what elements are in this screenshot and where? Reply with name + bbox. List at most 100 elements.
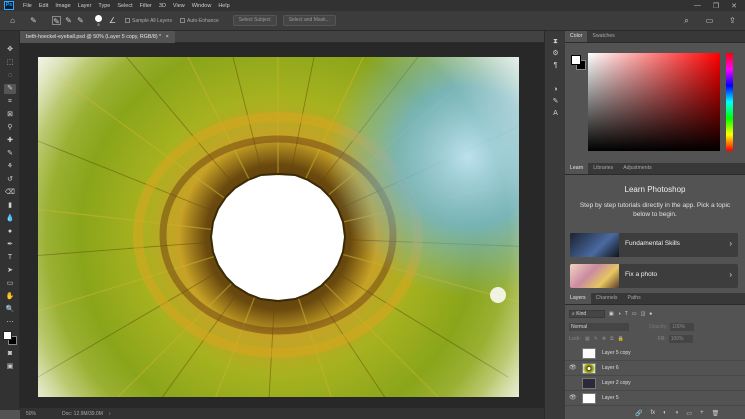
paragraph-panel-icon[interactable]: ¶ <box>550 61 561 70</box>
move-tool-icon[interactable]: ✥ <box>4 45 16 55</box>
close-tab-icon[interactable]: × <box>166 34 169 40</box>
brush-size-picker[interactable]: 5 <box>95 14 102 27</box>
type-tool-icon[interactable]: T <box>4 253 16 263</box>
lasso-tool-icon[interactable]: ◌ <box>4 71 16 81</box>
menu-file[interactable]: File <box>23 3 32 9</box>
crop-tool-icon[interactable]: ⌗ <box>4 97 16 107</box>
properties-panel-icon[interactable]: ⚙ <box>550 49 561 58</box>
learn-card-fix-a-photo[interactable]: Fix a photo › <box>570 264 738 288</box>
lock-move-icon[interactable]: ✥ <box>602 336 606 342</box>
blend-mode-dropdown[interactable]: Normal <box>569 322 629 331</box>
document-canvas[interactable] <box>38 57 519 397</box>
menu-image[interactable]: Image <box>55 3 70 9</box>
zoom-tool-icon[interactable]: 🔍 <box>4 305 16 315</box>
tab-paths[interactable]: Paths <box>623 293 646 304</box>
opacity-value[interactable]: 100% <box>670 322 695 331</box>
layer-style-icon[interactable]: fx <box>650 410 655 417</box>
filter-smart-object-icon[interactable]: ◲ <box>641 311 646 317</box>
hand-tool-icon[interactable]: ✋ <box>4 292 16 302</box>
select-and-mask-button[interactable]: Select and Mask... <box>282 15 336 26</box>
select-subject-button[interactable]: Select Subject <box>232 15 277 26</box>
menu-edit[interactable]: Edit <box>39 3 48 9</box>
photoshop-logo[interactable]: Ps <box>4 1 14 10</box>
gradient-tool-icon[interactable]: ▮ <box>4 201 16 211</box>
pen-tool-icon[interactable]: ✒ <box>4 240 16 250</box>
more-tools-icon[interactable]: ⋯ <box>4 318 16 328</box>
close-button[interactable]: ✕ <box>731 2 737 10</box>
menu-filter[interactable]: Filter <box>140 3 152 9</box>
marquee-tool-icon[interactable]: ⬚ <box>4 58 16 68</box>
doc-size-info[interactable]: Doc: 12.9M/39.0M <box>62 411 103 417</box>
restore-button[interactable]: ❐ <box>713 2 719 10</box>
menu-layer[interactable]: Layer <box>78 3 92 9</box>
add-mask-icon[interactable]: ◐ <box>663 410 667 417</box>
document-tab[interactable]: beth-hoeckel-eyeball.psd @ 50% (Layer 5 … <box>20 31 175 43</box>
quick-mask-icon[interactable]: ◙ <box>4 349 16 359</box>
screen-mode-icon[interactable]: ▣ <box>4 362 16 372</box>
adjustment-panel-icon[interactable]: ◑ <box>550 85 561 94</box>
eye-icon[interactable]: 👁 <box>569 395 577 402</box>
layer-row[interactable]: Layer 5 copy <box>565 346 745 361</box>
menu-help[interactable]: Help <box>218 3 229 9</box>
menu-select[interactable]: Select <box>117 3 132 9</box>
filter-toggle-icon[interactable]: ● <box>649 311 652 317</box>
status-arrow-icon[interactable]: › <box>109 411 111 417</box>
search-icon[interactable]: ⌕ <box>682 16 691 25</box>
tab-adjustments[interactable]: Adjustments <box>618 163 657 174</box>
minimize-button[interactable]: — <box>694 2 701 10</box>
adjustment-layer-icon[interactable]: ◑ <box>675 410 679 417</box>
history-brush-tool-icon[interactable]: ↺ <box>4 175 16 185</box>
tab-learn[interactable]: Learn <box>565 163 589 174</box>
tab-libraries[interactable]: Libraries <box>588 163 618 174</box>
lock-all-icon[interactable]: 🔒 <box>618 336 624 342</box>
tab-color[interactable]: Color <box>565 31 588 42</box>
dodge-tool-icon[interactable]: ● <box>4 227 16 237</box>
share-icon[interactable]: ⇪ <box>728 16 737 25</box>
layer-row[interactable]: 👁 Layer 5 <box>565 391 745 406</box>
tab-swatches[interactable]: Swatches <box>587 31 620 42</box>
foreground-swatch[interactable] <box>571 55 581 65</box>
color-field[interactable] <box>588 53 720 151</box>
frame-tool-icon[interactable]: ⊠ <box>4 110 16 120</box>
add-to-selection-icon[interactable]: ✎ <box>64 16 73 25</box>
layer-row[interactable]: 👁 Layer 6 <box>565 361 745 376</box>
filter-pixel-icon[interactable]: ▣ <box>609 311 614 317</box>
brush-angle-icon[interactable]: ∠ <box>108 16 117 25</box>
workspace-icon[interactable]: ▭ <box>705 16 714 25</box>
filter-type-icon[interactable]: T <box>625 311 628 317</box>
menu-3d[interactable]: 3D <box>159 3 166 9</box>
subtract-selection-icon[interactable]: ✎ <box>76 16 85 25</box>
tab-channels[interactable]: Channels <box>591 293 623 304</box>
brush-panel-icon[interactable]: ✎ <box>550 97 561 106</box>
blur-tool-icon[interactable]: 💧 <box>4 214 16 224</box>
history-panel-icon[interactable]: ⧗ <box>550 37 561 46</box>
eraser-tool-icon[interactable]: ⌫ <box>4 188 16 198</box>
sample-all-layers-checkbox[interactable]: Sample All Layers <box>125 18 172 24</box>
auto-enhance-checkbox[interactable]: Auto-Enhance <box>180 18 219 24</box>
lock-transparent-icon[interactable]: ▦ <box>585 336 590 342</box>
quick-selection-tool-icon[interactable]: ✎ <box>4 84 16 94</box>
layer-row[interactable]: Layer 2 copy <box>565 376 745 391</box>
menu-type[interactable]: Type <box>98 3 110 9</box>
filter-shape-icon[interactable]: ▭ <box>632 311 637 317</box>
home-icon[interactable]: ⌂ <box>8 16 17 25</box>
link-layers-icon[interactable]: 🔗 <box>635 410 642 417</box>
rectangle-tool-icon[interactable]: ▭ <box>4 279 16 289</box>
learn-card-fundamental-skills[interactable]: Fundamental Skills › <box>570 233 738 257</box>
group-icon[interactable]: ▭ <box>686 410 692 417</box>
filter-adjustment-icon[interactable]: ◑ <box>618 311 621 317</box>
eye-icon[interactable]: 👁 <box>569 365 577 372</box>
clone-stamp-tool-icon[interactable]: ⚘ <box>4 162 16 172</box>
menu-view[interactable]: View <box>173 3 185 9</box>
delete-layer-icon[interactable]: 🗑 <box>712 410 720 417</box>
visibility-off-icon[interactable] <box>569 380 577 387</box>
quick-selection-preset-icon[interactable]: ✎ <box>29 16 38 25</box>
brush-tool-icon[interactable]: ✎ <box>4 149 16 159</box>
healing-brush-tool-icon[interactable]: ✚ <box>4 136 16 146</box>
filter-kind-dropdown[interactable]: ⌕ Kind <box>569 309 605 318</box>
visibility-off-icon[interactable] <box>569 350 577 357</box>
new-selection-icon[interactable]: ✎ <box>52 16 61 26</box>
lock-paint-icon[interactable]: ✎ <box>594 336 598 342</box>
eyedropper-tool-icon[interactable]: ⚲ <box>4 123 16 133</box>
zoom-level[interactable]: 50% <box>26 411 36 417</box>
